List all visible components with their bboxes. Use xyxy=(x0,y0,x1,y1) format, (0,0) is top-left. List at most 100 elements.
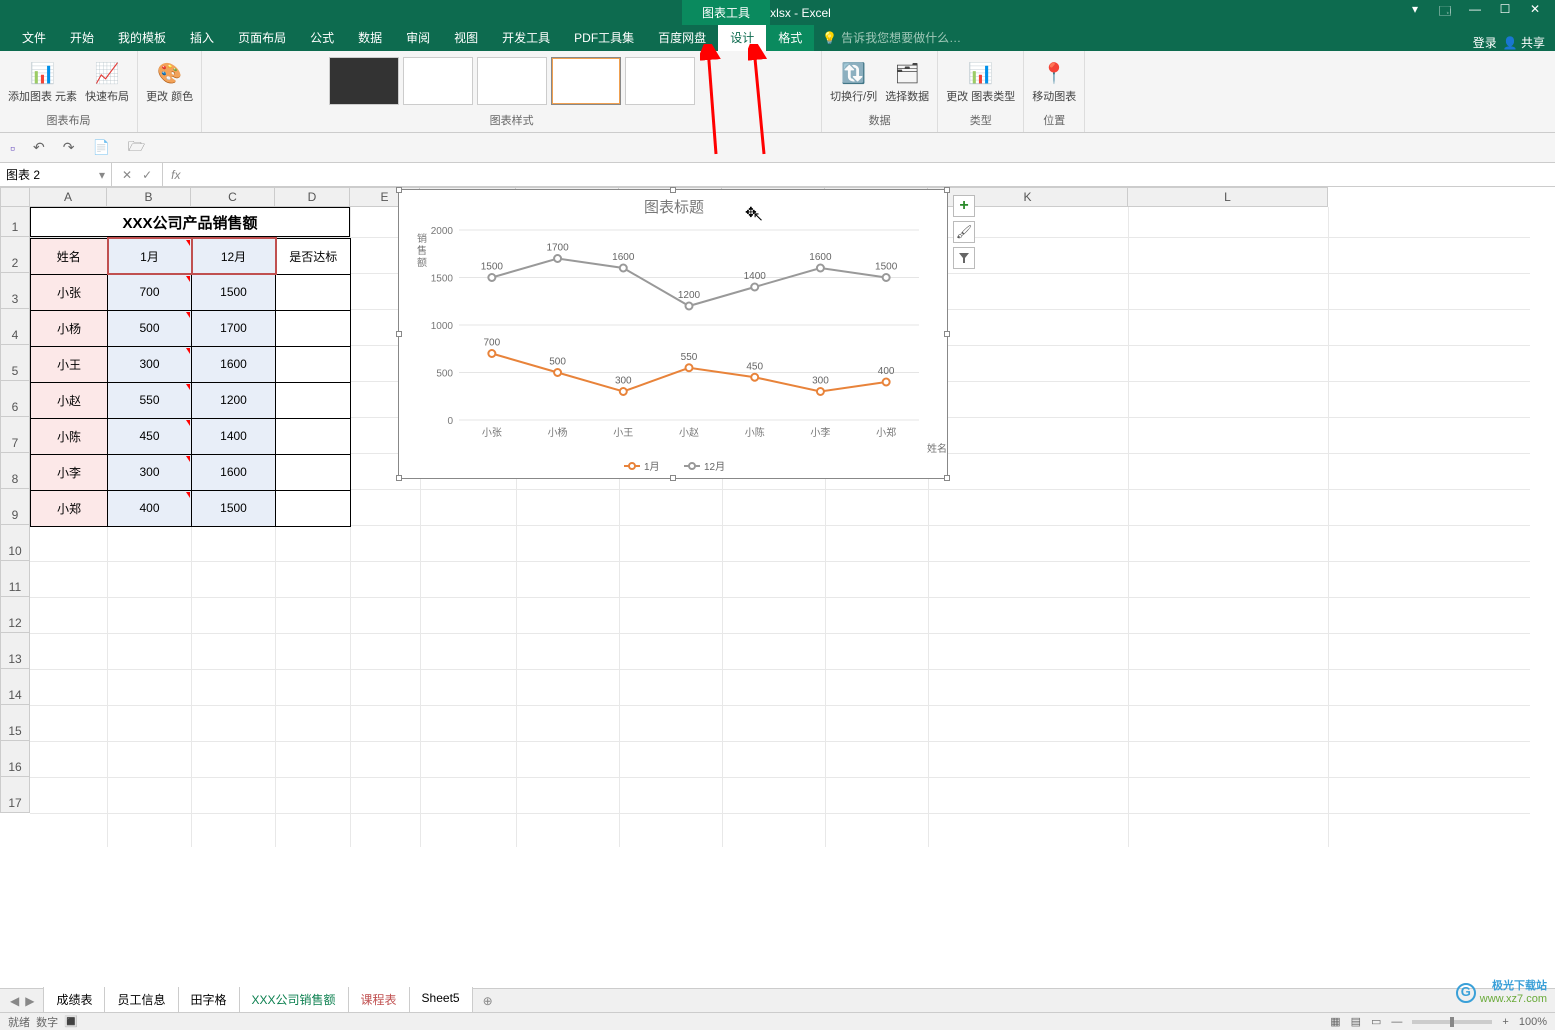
resize-handle[interactable] xyxy=(944,187,950,193)
row-header[interactable]: 12 xyxy=(0,597,30,633)
row-header[interactable]: 17 xyxy=(0,777,30,813)
cell-m12[interactable]: 1500 xyxy=(192,490,276,526)
zoom-level[interactable]: 100% xyxy=(1519,1016,1547,1028)
cell-name[interactable]: 小郑 xyxy=(31,490,108,526)
zoom-in-icon[interactable]: + xyxy=(1502,1016,1508,1028)
view-break-icon[interactable]: ▭ xyxy=(1371,1015,1381,1028)
login-link[interactable]: 登录 xyxy=(1473,34,1497,51)
change-chart-type-button[interactable]: 📊更改 图表类型 xyxy=(944,57,1017,103)
redo-icon[interactable]: ↷ xyxy=(63,139,75,156)
row-header[interactable]: 13 xyxy=(0,633,30,669)
column-header[interactable]: L xyxy=(1128,187,1328,207)
row-header[interactable]: 6 xyxy=(0,381,30,417)
sheet-tab[interactable]: 课程表 xyxy=(348,987,410,1014)
resize-handle[interactable] xyxy=(944,331,950,337)
cell-m1[interactable]: 500 xyxy=(108,310,192,346)
row-header[interactable]: 7 xyxy=(0,417,30,453)
select-all-corner[interactable] xyxy=(0,187,30,207)
chart-style-3[interactable] xyxy=(477,57,547,105)
cell-m1[interactable]: 300 xyxy=(108,454,192,490)
spreadsheet-grid[interactable]: ABCDEFGHIJKL 1234567891011121314151617 X… xyxy=(0,187,1555,847)
chart-elements-button[interactable]: + xyxy=(953,195,975,217)
cell-std[interactable] xyxy=(276,490,351,526)
row-header[interactable]: 14 xyxy=(0,669,30,705)
switch-row-col-button[interactable]: 🔃切换行/列 xyxy=(828,57,879,103)
row-header[interactable]: 1 xyxy=(0,207,30,237)
tab-developer[interactable]: 开发工具 xyxy=(490,24,562,51)
cell-m12[interactable]: 1500 xyxy=(192,274,276,310)
row-header[interactable]: 5 xyxy=(0,345,30,381)
tab-formula[interactable]: 公式 xyxy=(298,24,346,51)
cell-std[interactable] xyxy=(276,382,351,418)
resize-handle[interactable] xyxy=(396,475,402,481)
cell-name[interactable]: 小王 xyxy=(31,346,108,382)
cell-std[interactable] xyxy=(276,454,351,490)
cell-std[interactable] xyxy=(276,310,351,346)
save-icon[interactable]: ▫ xyxy=(10,140,15,156)
cell-m1[interactable]: 700 xyxy=(108,274,192,310)
tab-layout[interactable]: 页面布局 xyxy=(226,24,298,51)
row-header[interactable]: 16 xyxy=(0,741,30,777)
tab-view[interactable]: 视图 xyxy=(442,24,490,51)
row-header[interactable]: 9 xyxy=(0,489,30,525)
cell-m1[interactable]: 300 xyxy=(108,346,192,382)
resize-handle[interactable] xyxy=(396,331,402,337)
chart-styles-button[interactable]: 🖌 xyxy=(953,221,975,243)
cell-m1[interactable]: 550 xyxy=(108,382,192,418)
cell-m12[interactable]: 1400 xyxy=(192,418,276,454)
cell-name[interactable]: 小陈 xyxy=(31,418,108,454)
zoom-out-icon[interactable]: — xyxy=(1391,1016,1402,1028)
view-page-icon[interactable]: ▤ xyxy=(1351,1015,1361,1028)
quick-layout-button[interactable]: 📈快速布局 xyxy=(83,57,131,103)
row-header[interactable]: 8 xyxy=(0,453,30,489)
sheet-tab[interactable]: 员工信息 xyxy=(104,987,178,1014)
row-header[interactable]: 11 xyxy=(0,561,30,597)
add-chart-element-button[interactable]: 📊添加图表 元素 xyxy=(6,57,79,103)
tab-format[interactable]: 格式 xyxy=(766,24,814,51)
tell-me-search[interactable]: 💡告诉我您想要做什么… xyxy=(822,24,961,51)
cell-std[interactable] xyxy=(276,346,351,382)
restore-icon[interactable]: 🗔 xyxy=(1435,2,1455,23)
cell-m1[interactable]: 450 xyxy=(108,418,192,454)
cell-std[interactable] xyxy=(276,418,351,454)
new-sheet-button[interactable]: ⊕ xyxy=(473,994,503,1008)
chart-style-4[interactable] xyxy=(551,57,621,105)
sheet-nav-next-icon[interactable]: ▶ xyxy=(25,994,34,1008)
cell-name[interactable]: 小赵 xyxy=(31,382,108,418)
sheet-nav-prev-icon[interactable]: ◀ xyxy=(10,994,19,1008)
row-header[interactable]: 15 xyxy=(0,705,30,741)
chart-filter-button[interactable] xyxy=(953,247,975,269)
row-header[interactable]: 3 xyxy=(0,273,30,309)
column-header[interactable]: C xyxy=(191,187,275,207)
chart-style-1[interactable] xyxy=(329,57,399,105)
tab-file[interactable]: 文件 xyxy=(10,24,58,51)
tab-data[interactable]: 数据 xyxy=(346,24,394,51)
change-colors-button[interactable]: 🎨更改 颜色 xyxy=(144,57,195,103)
chart-style-2[interactable] xyxy=(403,57,473,105)
cell-name[interactable]: 小张 xyxy=(31,274,108,310)
column-header[interactable]: A xyxy=(30,187,107,207)
chart-style-5[interactable] xyxy=(625,57,695,105)
cell-m12[interactable]: 1700 xyxy=(192,310,276,346)
column-header[interactable]: B xyxy=(107,187,191,207)
cell-name[interactable]: 小杨 xyxy=(31,310,108,346)
cell-std[interactable] xyxy=(276,274,351,310)
view-normal-icon[interactable]: ▦ xyxy=(1330,1015,1340,1028)
tab-insert[interactable]: 插入 xyxy=(178,24,226,51)
resize-handle[interactable] xyxy=(944,475,950,481)
open-icon[interactable]: 🗁 xyxy=(128,136,145,160)
tab-pdf[interactable]: PDF工具集 xyxy=(562,24,646,51)
minimize-icon[interactable]: — xyxy=(1465,2,1485,23)
tab-design[interactable]: 设计 xyxy=(718,24,766,51)
move-chart-button[interactable]: 📍移动图表 xyxy=(1030,57,1078,103)
tab-baidu[interactable]: 百度网盘 xyxy=(646,24,718,51)
sheet-tab[interactable]: 田字格 xyxy=(178,987,240,1014)
chart-object[interactable]: 图表标题销售额姓名0500100015002000小张小杨小王小赵小陈小李小郑7… xyxy=(398,189,948,479)
copy-icon[interactable]: 📄 xyxy=(92,139,109,156)
row-header[interactable]: 2 xyxy=(0,237,30,273)
cell-m12[interactable]: 1200 xyxy=(192,382,276,418)
undo-icon[interactable]: ↶ xyxy=(33,139,45,156)
cell-name[interactable]: 小李 xyxy=(31,454,108,490)
cancel-icon[interactable]: ✕ xyxy=(122,168,132,182)
resize-handle[interactable] xyxy=(670,475,676,481)
